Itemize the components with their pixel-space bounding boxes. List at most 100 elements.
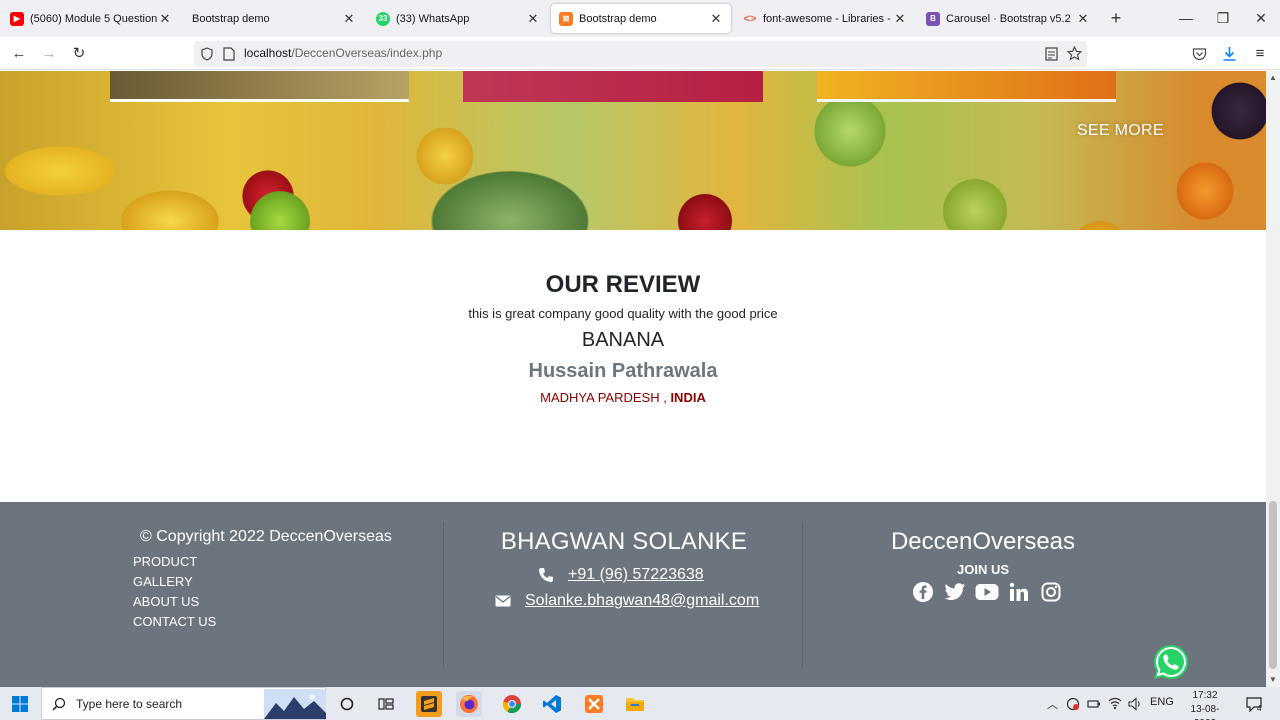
social-links (911, 580, 1063, 604)
facebook-icon[interactable] (911, 580, 935, 604)
scroll-down-icon[interactable]: ▼ (1266, 673, 1280, 687)
whatsapp-float-button[interactable] (1152, 643, 1190, 681)
window-close-button[interactable]: ✕ (1251, 8, 1271, 28)
page-info-icon[interactable] (223, 47, 235, 61)
downloads-icon[interactable] (1222, 46, 1237, 62)
tab-bootstrap-carousel[interactable]: B Carousel · Bootstrap v5.2 ✕ (918, 4, 1098, 33)
close-icon[interactable]: ✕ (526, 11, 540, 27)
email-link[interactable]: Solanke.bhagwan48@gmail.com (525, 592, 759, 610)
linkedin-icon[interactable] (1007, 580, 1031, 604)
footer-brand-column: DeccenOverseas JOIN US (803, 522, 1163, 667)
tray-overflow-icon[interactable]: ︿ (1047, 696, 1058, 712)
close-icon[interactable]: ✕ (158, 11, 172, 27)
email-row: Solanke.bhagwan48@gmail.com (495, 590, 759, 612)
reload-button[interactable]: ↻ (69, 44, 89, 64)
browser-nav-bar: ← → ↻ localhost/DeccenOverseas/index.php… (0, 37, 1280, 70)
vscode-icon[interactable] (539, 691, 565, 717)
task-view-icon[interactable] (373, 691, 399, 717)
taskbar-search-box[interactable]: Type here to search (41, 687, 326, 720)
footer-nav: PRODUCT GALLERY ABOUT US CONTACT US (133, 552, 216, 632)
tab-bootstrap-demo-1[interactable]: Bootstrap demo ✕ (184, 4, 364, 33)
new-tab-button[interactable]: + (1106, 8, 1126, 28)
contact-name: BHAGWAN SOLANKE (500, 528, 748, 555)
menu-icon[interactable]: ≡ (1250, 44, 1270, 64)
url-text: localhost/DeccenOverseas/index.php (244, 46, 443, 60)
restore-button[interactable]: ❐ (1213, 8, 1233, 28)
page-scrollbar[interactable]: ▲ ▼ (1266, 71, 1280, 687)
see-more-link[interactable]: SEE MORE (1077, 122, 1164, 140)
join-us-label: JOIN US (956, 562, 1009, 577)
pocket-icon[interactable] (1192, 47, 1207, 61)
reviewer-name: Hussain Pathrawala (528, 360, 718, 382)
carousel-card-3[interactable] (817, 71, 1116, 102)
language-indicator[interactable]: ENG (1150, 696, 1174, 708)
tab-youtube[interactable]: ▶ (5060) Module 5 Question - Pa ✕ (2, 4, 180, 33)
notification-count: 4 (1257, 704, 1262, 713)
carousel-card-1[interactable] (110, 71, 409, 102)
code-icon: <> (743, 12, 757, 25)
twitter-icon[interactable] (943, 580, 967, 604)
close-icon[interactable]: ✕ (1076, 11, 1090, 27)
notification-center-icon[interactable]: 4 (1240, 691, 1268, 717)
phone-icon (539, 568, 553, 582)
scroll-up-icon[interactable]: ▲ (1266, 71, 1280, 85)
forward-button[interactable]: → (39, 44, 59, 64)
carousel-card-2[interactable] (463, 71, 763, 102)
firefox-icon[interactable] (456, 691, 482, 717)
volume-tray-icon[interactable] (1128, 697, 1142, 711)
search-highlight-image (264, 689, 326, 719)
close-icon[interactable]: ✕ (893, 11, 907, 27)
battery-tray-icon[interactable] (1087, 697, 1101, 711)
phone-row: +91 (96) 57223638 (538, 564, 704, 586)
browser-tab-bar: ▶ (5060) Module 5 Question - Pa ✕ Bootst… (0, 0, 1280, 37)
footer-link-contact-us[interactable]: CONTACT US (133, 612, 216, 632)
review-title: OUR REVIEW (545, 271, 701, 298)
wifi-tray-icon[interactable] (1108, 696, 1122, 710)
url-bar[interactable]: localhost/DeccenOverseas/index.php (194, 41, 1087, 67)
shield-icon (201, 47, 213, 61)
youtube-icon[interactable] (975, 580, 999, 604)
review-section: OUR REVIEW this is great company good qu… (0, 230, 1266, 502)
cortana-icon[interactable] (334, 691, 360, 717)
page-viewport: SEE MORE OUR REVIEW this is great compan… (0, 71, 1266, 687)
taskbar-clock[interactable]: 17:32 13-08-2022 (1180, 689, 1230, 720)
file-explorer-icon[interactable] (622, 691, 648, 717)
sublime-text-icon[interactable] (416, 691, 442, 717)
footer-link-about-us[interactable]: ABOUT US (133, 592, 216, 612)
xampp-icon[interactable] (581, 691, 607, 717)
footer-links-column: © Copyright 2022 DeccenOverseas PRODUCT … (120, 522, 443, 667)
phone-link[interactable]: +91 (96) 57223638 (568, 566, 704, 584)
close-icon[interactable]: ✕ (709, 11, 723, 27)
copyright-text: © Copyright 2022 DeccenOverseas (140, 528, 392, 545)
chrome-icon[interactable] (499, 691, 525, 717)
footer-link-gallery[interactable]: GALLERY (133, 572, 216, 592)
footer-contact-column: BHAGWAN SOLANKE +91 (96) 57223638 Solank… (443, 522, 803, 667)
footer-brand: DeccenOverseas (890, 528, 1076, 555)
whatsapp-icon (1154, 645, 1188, 679)
tab-whatsapp[interactable]: 33 (33) WhatsApp ✕ (368, 4, 548, 33)
envelope-icon (495, 595, 511, 607)
bookmark-star-icon[interactable] (1067, 46, 1082, 61)
tab-bootstrap-demo-active[interactable]: ⊠ Bootstrap demo ✕ (551, 4, 731, 33)
windows-icon (12, 695, 28, 712)
scrollbar-thumb[interactable] (1269, 501, 1277, 669)
review-text: this is great company good quality with … (468, 306, 778, 321)
instagram-icon[interactable] (1039, 580, 1063, 604)
antivirus-tray-icon[interactable] (1066, 697, 1080, 711)
minimize-button[interactable]: — (1176, 8, 1196, 28)
footer-link-product[interactable]: PRODUCT (133, 552, 216, 572)
search-icon (52, 697, 66, 711)
back-button[interactable]: ← (9, 44, 29, 64)
windows-taskbar: Type here to search ︿ ENG 17:32 13-08-20… (0, 687, 1280, 720)
reader-view-icon[interactable] (1045, 47, 1058, 61)
start-button[interactable] (0, 687, 40, 720)
whatsapp-icon: 33 (376, 11, 390, 26)
youtube-icon: ▶ (10, 11, 24, 26)
review-product: BANANA (581, 329, 665, 351)
footer: © Copyright 2022 DeccenOverseas PRODUCT … (0, 502, 1266, 687)
xampp-icon: ⊠ (559, 11, 573, 26)
bootstrap-icon: B (926, 11, 940, 26)
close-icon[interactable]: ✕ (342, 11, 356, 27)
tab-font-awesome[interactable]: <> font-awesome - Libraries - cdn ✕ (735, 4, 915, 33)
reviewer-location: MADHYA PARDESH , INDIA (540, 390, 706, 405)
